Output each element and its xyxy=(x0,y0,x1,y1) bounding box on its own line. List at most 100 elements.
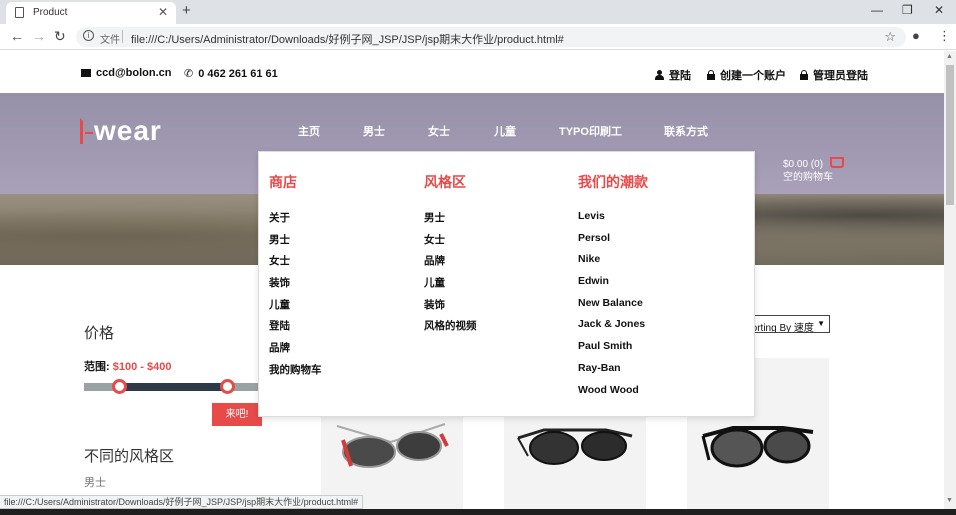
lock-icon xyxy=(800,70,808,80)
menu-item-men[interactable]: 男士 xyxy=(269,232,322,254)
menu-item-levis[interactable]: Levis xyxy=(578,210,648,232)
close-tab-icon[interactable]: ✕ xyxy=(158,5,168,19)
contact-bar: ccd@bolon.cn ✆ 0 462 261 61 61 登陆 创建一个账户… xyxy=(0,51,944,93)
nav-home[interactable]: 主页 xyxy=(298,123,320,139)
menu-item-my-cart[interactable]: 我的购物车 xyxy=(269,362,322,384)
slider-range-fill xyxy=(120,383,228,391)
menu-item-women[interactable]: 女士 xyxy=(424,232,477,254)
page-icon xyxy=(15,7,24,18)
menu-item-persol[interactable]: Persol xyxy=(578,232,648,254)
menu-item-about[interactable]: 关于 xyxy=(269,210,322,232)
price-range: 范围: $100 - $400 xyxy=(84,358,171,374)
sort-selected: Sorting By 速度 xyxy=(745,323,814,333)
register-link[interactable]: 创建一个账户 xyxy=(707,67,786,83)
apply-filter-button[interactable]: 来吧! xyxy=(212,403,262,426)
menu-item-paul-smith[interactable]: Paul Smith xyxy=(578,340,648,362)
tab-title: Product xyxy=(33,7,68,18)
browser-tab-bar: Product ✕ + — ❐ ✕ xyxy=(0,0,956,24)
menu-item-ray-ban[interactable]: Ray-Ban xyxy=(578,362,648,384)
style-item-men[interactable]: 男士 xyxy=(84,474,106,490)
menu-item-login[interactable]: 登陆 xyxy=(269,318,322,340)
dropdown-arrow-icon: ▼ xyxy=(817,319,825,328)
url-text[interactable]: file:///C:/Users/Administrator/Downloads… xyxy=(131,31,564,47)
admin-login-label: 管理员登陆 xyxy=(813,70,868,82)
link-status-bar: file:///C:/Users/Administrator/Downloads… xyxy=(0,495,364,509)
login-link[interactable]: 登陆 xyxy=(655,67,691,83)
menu-item-edwin[interactable]: Edwin xyxy=(578,275,648,297)
menu-column-style: 风格区 男士 女士 品牌 儿童 装饰 风格的视频 xyxy=(424,172,477,340)
browser-tab[interactable]: Product ✕ xyxy=(6,2,176,24)
site-logo[interactable]: wear xyxy=(80,115,162,147)
lock-icon xyxy=(707,70,715,80)
mail-icon xyxy=(81,69,91,77)
minimize-icon[interactable]: — xyxy=(871,3,883,17)
taskbar-edge xyxy=(0,509,956,515)
menu-item-style-videos[interactable]: 风格的视频 xyxy=(424,318,477,340)
menu-item-accessories[interactable]: 装饰 xyxy=(269,275,322,297)
back-icon[interactable]: ← xyxy=(10,28,24,44)
menu-heading-style: 风格区 xyxy=(424,174,466,190)
register-label: 创建一个账户 xyxy=(720,70,786,82)
slider-max-handle[interactable] xyxy=(220,379,235,394)
restore-icon[interactable]: ❐ xyxy=(902,3,913,17)
cart-summary[interactable]: $0.00 (0) 空的购物车 xyxy=(783,158,833,184)
cart-amount: $0.00 (0) xyxy=(783,159,824,170)
nav-women[interactable]: 女士 xyxy=(428,123,450,139)
menu-item-brands[interactable]: 品牌 xyxy=(269,340,322,362)
menu-item-kids[interactable]: 儿童 xyxy=(424,275,477,297)
range-label: 范围: xyxy=(84,361,110,373)
menu-item-nike[interactable]: Nike xyxy=(578,253,648,275)
nav-contact[interactable]: 联系方式 xyxy=(664,123,708,139)
scroll-down-icon[interactable]: ▼ xyxy=(946,497,953,504)
url-protocol: 文件 xyxy=(100,35,120,46)
login-label: 登陆 xyxy=(669,70,691,82)
page-scrollbar[interactable]: ▲ ▼ xyxy=(944,51,956,509)
menu-item-women[interactable]: 女士 xyxy=(269,253,322,275)
menu-heading-shop: 商店 xyxy=(269,174,297,190)
address-bar[interactable]: i 文件 file:///C:/Users/Administrator/Down… xyxy=(76,27,906,47)
price-slider[interactable] xyxy=(84,379,264,394)
nav-men[interactable]: 男士 xyxy=(363,123,385,139)
phone-contact[interactable]: ✆ 0 462 261 61 61 xyxy=(184,67,278,81)
nav-typo[interactable]: TYPO印刷工 xyxy=(559,123,622,139)
menu-column-shop: 商店 关于 男士 女士 装饰 儿童 登陆 品牌 我的购物车 xyxy=(269,172,322,384)
new-tab-button[interactable]: + xyxy=(182,2,191,19)
close-window-icon[interactable]: ✕ xyxy=(934,3,944,17)
cart-empty-label: 空的购物车 xyxy=(783,172,833,183)
menu-item-kids[interactable]: 儿童 xyxy=(269,297,322,319)
slider-min-handle[interactable] xyxy=(112,379,127,394)
scroll-thumb[interactable] xyxy=(946,65,954,205)
menu-icon[interactable]: ⋮ xyxy=(938,28,951,44)
style-heading: 不同的风格区 xyxy=(84,448,175,465)
browser-toolbar: ← → ↻ i 文件 file:///C:/Users/Administrato… xyxy=(0,24,956,50)
divider xyxy=(122,30,123,43)
menu-item-accessories[interactable]: 装饰 xyxy=(424,297,477,319)
menu-item-brands[interactable]: 品牌 xyxy=(424,253,477,275)
forward-icon[interactable]: → xyxy=(32,28,46,44)
email-contact[interactable]: ccd@bolon.cn xyxy=(81,67,172,79)
menu-item-men[interactable]: 男士 xyxy=(424,210,477,232)
reload-icon[interactable]: ↻ xyxy=(54,28,66,45)
bookmark-star-icon[interactable]: ☆ xyxy=(884,29,896,45)
price-heading: 价格 xyxy=(84,325,115,342)
sunglasses-image xyxy=(701,426,814,468)
info-icon[interactable]: i xyxy=(83,30,94,41)
mega-menu-dropdown: 商店 关于 男士 女士 装饰 儿童 登陆 品牌 我的购物车 风格区 男士 女士 … xyxy=(258,151,755,417)
phone-icon: ✆ xyxy=(184,68,194,80)
scroll-up-icon[interactable]: ▲ xyxy=(946,53,953,60)
logo-mark-icon xyxy=(80,118,93,144)
range-value: $100 - $400 xyxy=(112,361,172,373)
menu-item-new-balance[interactable]: New Balance xyxy=(578,297,648,319)
logo-text: wear xyxy=(94,115,162,146)
sunglasses-image xyxy=(517,428,633,465)
nav-kids[interactable]: 儿童 xyxy=(494,123,516,139)
email-text: ccd@bolon.cn xyxy=(96,67,172,79)
menu-column-brands: 我们的潮款 Levis Persol Nike Edwin New Balanc… xyxy=(578,172,648,405)
cart-icon[interactable] xyxy=(830,157,844,168)
account-icon[interactable]: ● xyxy=(912,28,920,43)
phone-text: 0 462 261 61 61 xyxy=(198,67,278,80)
user-icon xyxy=(655,70,664,80)
admin-login-link[interactable]: 管理员登陆 xyxy=(800,67,868,83)
menu-item-wood-wood[interactable]: Wood Wood xyxy=(578,384,648,406)
menu-item-jack-jones[interactable]: Jack & Jones xyxy=(578,318,648,340)
